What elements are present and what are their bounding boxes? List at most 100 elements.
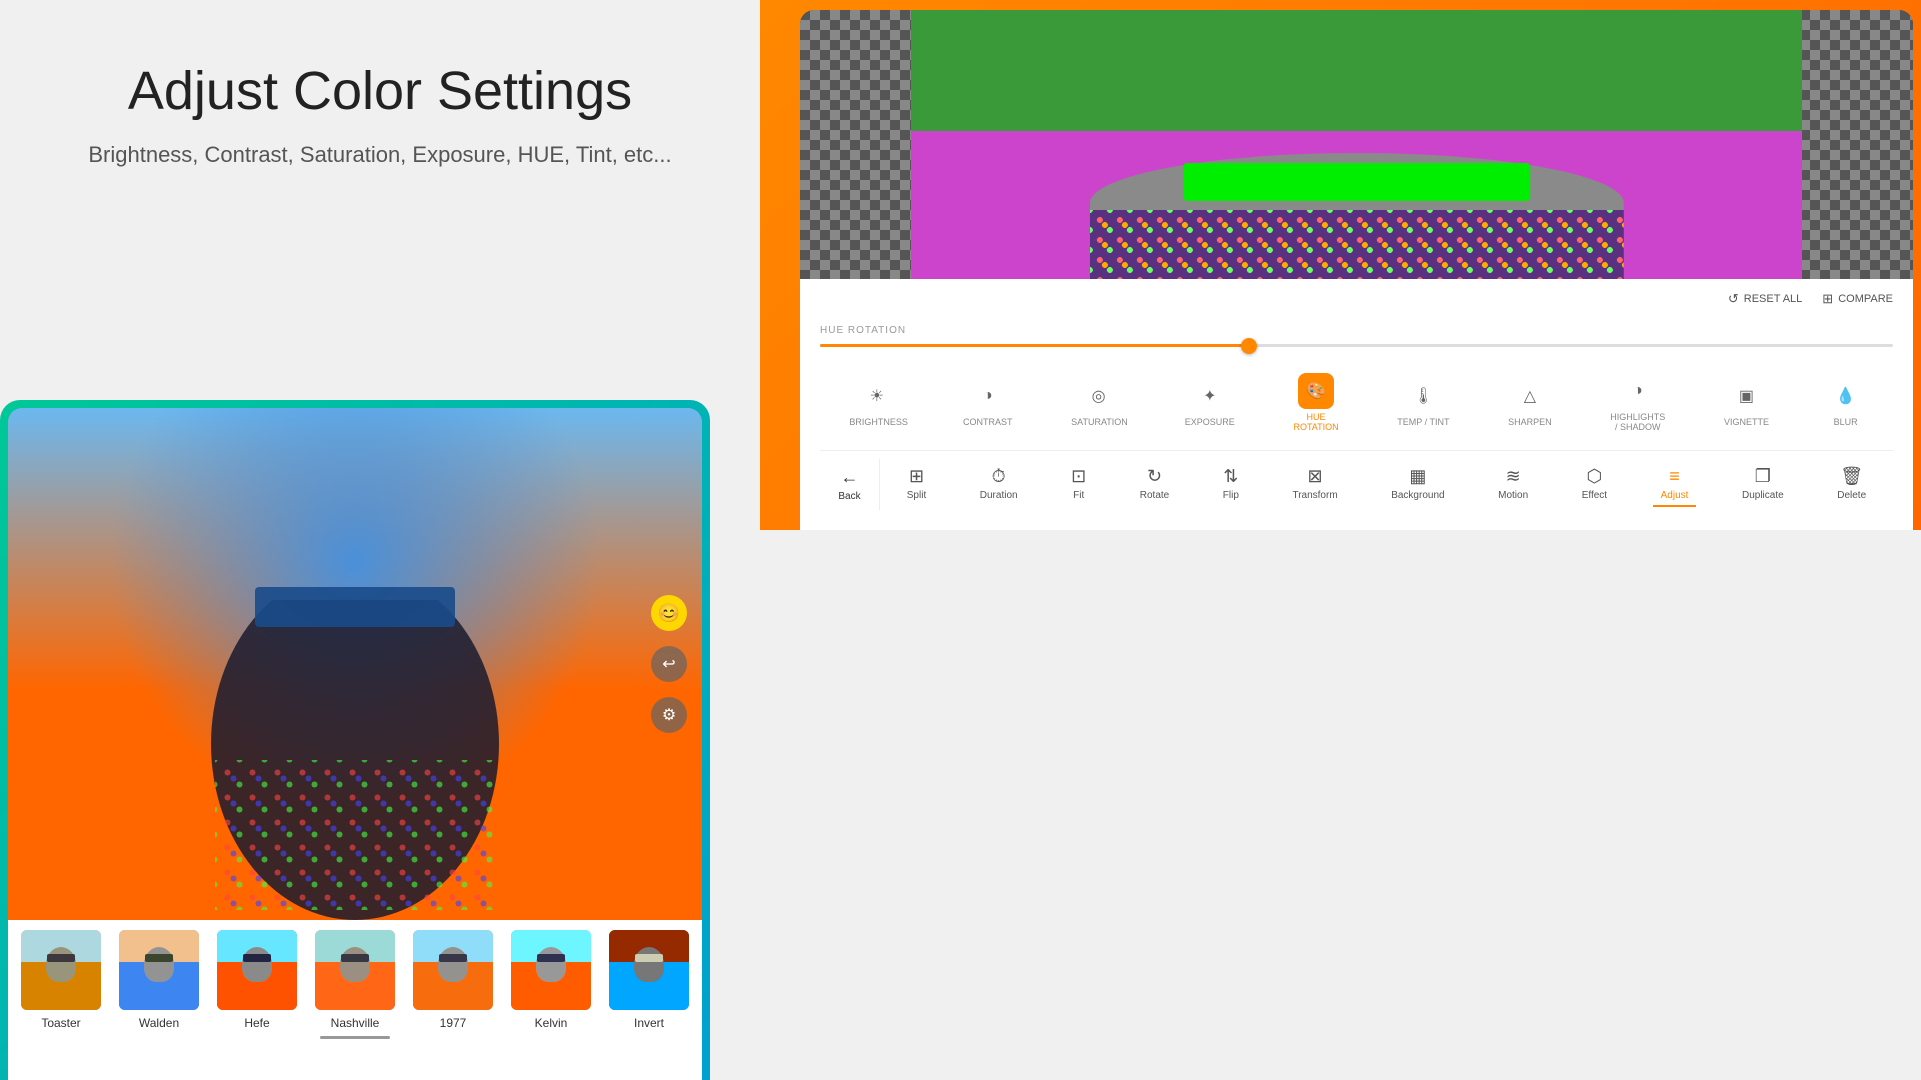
slider-thumb[interactable] (1241, 338, 1257, 354)
filter-thumb-hefe (217, 930, 297, 1010)
duration-label: Duration (980, 490, 1018, 501)
effect-label: Effect (1582, 490, 1607, 501)
emoji-icon[interactable]: 😊 (651, 595, 687, 631)
saturation-icon: ◎ (1081, 378, 1117, 414)
adj-saturation[interactable]: ◎ SATURATION (1071, 378, 1126, 427)
temp-tint-icon: 🌡 (1405, 378, 1441, 414)
effect-icon: ⬡ (1587, 466, 1603, 487)
list-item[interactable]: Walden (114, 930, 204, 1080)
adj-temp-tint[interactable]: 🌡 TEMP / TINT (1397, 378, 1449, 427)
settings-icon[interactable]: ⚙ (651, 697, 687, 733)
list-item[interactable]: Invert (604, 930, 694, 1080)
adjust-icon: ≡ (1669, 466, 1680, 487)
toolbar-item-background[interactable]: ▦ Background (1383, 462, 1452, 507)
blur-label: BLUR (1834, 417, 1858, 427)
list-item[interactable]: Kelvin (506, 930, 596, 1080)
glasses-right (1183, 163, 1530, 201)
adj-brightness[interactable]: ☀ BRIGHTNESS (849, 378, 904, 427)
back-icon: ← (841, 467, 859, 488)
adj-vignette[interactable]: ▣ VIGNETTE (1724, 378, 1769, 427)
contrast-label: CONTRAST (963, 417, 1013, 427)
toolbar-item-adjust[interactable]: ≡ Adjust (1653, 462, 1697, 507)
list-item[interactable]: Hefe (212, 930, 302, 1080)
toolbar-item-duration[interactable]: ⏱ Duration (972, 462, 1026, 507)
compare-button[interactable]: ⊞ COMPARE (1822, 291, 1893, 307)
toolbar-item-motion[interactable]: ≋ Motion (1490, 462, 1536, 507)
blur-icon: 💧 (1828, 378, 1864, 414)
back-label: Back (838, 491, 860, 502)
toolbar-item-transform[interactable]: ⊠ Transform (1284, 462, 1345, 507)
list-item[interactable]: Toaster (16, 930, 106, 1080)
vignette-label: VIGNETTE (1724, 417, 1769, 427)
filter-label-invert: Invert (634, 1016, 664, 1030)
background-label: Background (1391, 490, 1444, 501)
hue-section: HUE ROTATION (820, 317, 1893, 355)
toolbar-item-split[interactable]: ⊞ Split (899, 462, 934, 507)
photo-bottom-magenta (911, 131, 1801, 279)
controls-top-bar: ↺ RESET ALL ⊞ COMPARE (820, 291, 1893, 307)
controls-area: ↺ RESET ALL ⊞ COMPARE HUE ROTATION (800, 279, 1913, 530)
photo-area-left: 😊 ↩ ⚙ (8, 408, 702, 920)
glasses-left (255, 587, 455, 627)
toolbar-item-flip[interactable]: ⇅ Flip (1215, 462, 1247, 507)
photo-right-content (911, 10, 1801, 279)
transform-label: Transform (1292, 490, 1337, 501)
sharpen-label: SHARPEN (1508, 417, 1552, 427)
phone-inner-right: ↺ RESET ALL ⊞ COMPARE HUE ROTATION (800, 10, 1913, 530)
adj-hue-rotation[interactable]: 🎨 HUEROTATION (1293, 373, 1338, 432)
adjust-label: Adjust (1661, 490, 1689, 501)
filter-thumb-walden (119, 930, 199, 1010)
toolbar-item-fit[interactable]: ⊡ Fit (1063, 462, 1094, 507)
photo-top-green (911, 10, 1801, 131)
filter-label-walden: Walden (139, 1016, 179, 1030)
filter-label-nashville: Nashville (331, 1016, 380, 1030)
left-header: Adjust Color Settings Brightness, Contra… (0, 0, 760, 208)
person-body-right (1089, 153, 1623, 279)
adj-sharpen[interactable]: △ SHARPEN (1508, 378, 1552, 427)
phone-mockup-left: 😊 ↩ ⚙ (0, 400, 710, 1080)
exposure-label: EXPOSURE (1185, 417, 1235, 427)
reset-all-label: RESET ALL (1744, 293, 1803, 305)
filter-label-1977: 1977 (440, 1016, 467, 1030)
photo-area-right (800, 10, 1913, 279)
right-panel: ↺ RESET ALL ⊞ COMPARE HUE ROTATION (760, 0, 1921, 1080)
left-title: Adjust Color Settings (40, 60, 720, 122)
fit-icon: ⊡ (1071, 466, 1086, 487)
reset-icon: ↺ (1728, 291, 1739, 307)
left-subtitle: Brightness, Contrast, Saturation, Exposu… (40, 142, 720, 168)
fit-label: Fit (1073, 490, 1084, 501)
adj-contrast[interactable]: ◑ CONTRAST (963, 378, 1013, 427)
phone-inner-left: 😊 ↩ ⚙ (8, 408, 702, 1080)
list-item[interactable]: Nashville (310, 930, 400, 1080)
filter-thumb-kelvin (511, 930, 591, 1010)
toolbar-item-duplicate[interactable]: ❐ Duplicate (1734, 462, 1792, 507)
duration-icon: ⏱ (992, 466, 1006, 487)
toolbar-item-rotate[interactable]: ↻ Rotate (1132, 462, 1177, 507)
brightness-icon: ☀ (859, 378, 895, 414)
reset-all-button[interactable]: ↺ RESET ALL (1728, 291, 1802, 307)
hue-slider[interactable] (820, 344, 1893, 347)
filter-label-hefe: Hefe (244, 1016, 269, 1030)
toolbar-items-right: ⊞ Split ⏱ Duration ⊡ Fit ↻ (880, 462, 1893, 507)
filter-thumb-toaster (21, 930, 101, 1010)
highlights-shadow-label: HIGHLIGHTS / SHADOW (1610, 412, 1665, 432)
back-button[interactable]: ← Back (820, 459, 880, 510)
background-icon: ▦ (1409, 466, 1426, 487)
compare-label: COMPARE (1838, 293, 1893, 305)
hue-rotation-icon: 🎨 (1298, 373, 1334, 409)
compare-icon: ⊞ (1822, 291, 1833, 307)
dot-pattern (215, 760, 495, 910)
toolbar-item-delete[interactable]: 🗑 Delete (1829, 462, 1874, 507)
list-item[interactable]: 1977 (408, 930, 498, 1080)
toolbar-icons-left: 😊 ↩ ⚙ (651, 595, 687, 733)
contrast-icon: ◑ (970, 378, 1006, 414)
person-right (1089, 153, 1623, 279)
slider-fill (820, 344, 1249, 347)
vignette-icon: ▣ (1728, 378, 1764, 414)
undo-icon[interactable]: ↩ (651, 646, 687, 682)
toolbar-item-effect[interactable]: ⬡ Effect (1574, 462, 1615, 507)
bottom-toolbar-right: ← Back ⊞ Split ⏱ Duration ⊡ (820, 450, 1893, 518)
adj-highlights-shadow[interactable]: ◑ HIGHLIGHTS / SHADOW (1610, 373, 1665, 432)
adj-exposure[interactable]: ✦ EXPOSURE (1185, 378, 1235, 427)
adj-blur[interactable]: 💧 BLUR (1828, 378, 1864, 427)
